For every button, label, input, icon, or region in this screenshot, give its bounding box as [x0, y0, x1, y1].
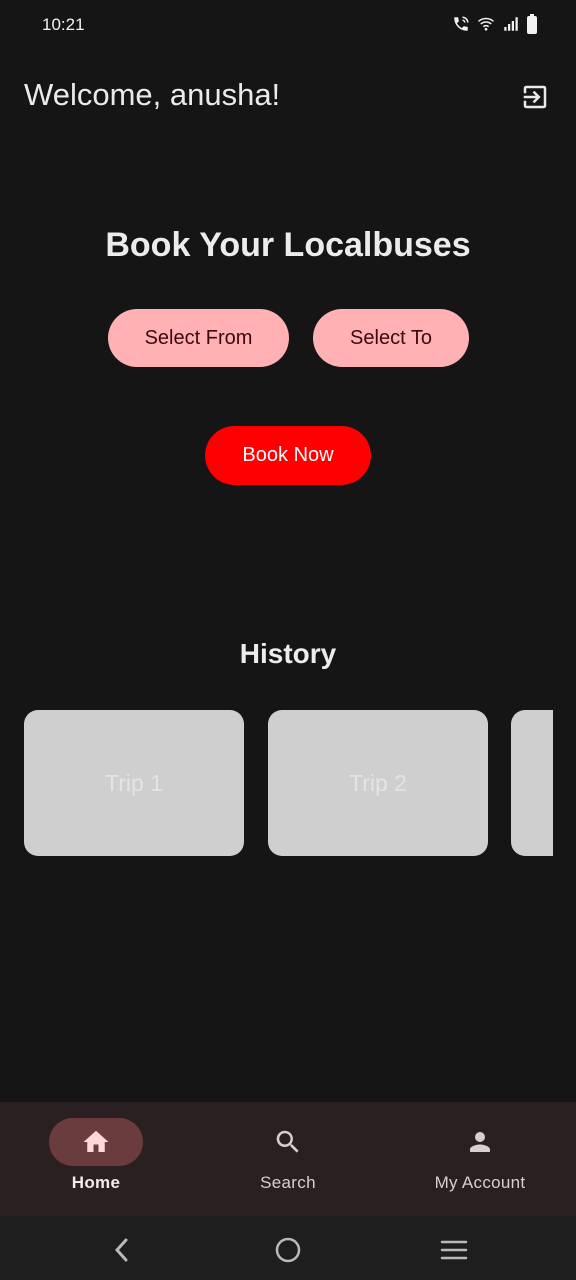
bottom-nav: Home Search My Account	[0, 1102, 576, 1216]
logout-button[interactable]	[518, 80, 552, 114]
system-nav-bar	[0, 1216, 576, 1280]
recents-icon	[440, 1240, 468, 1260]
booking-title: Book Your Localbuses	[105, 226, 471, 264]
back-icon	[114, 1238, 128, 1262]
welcome-title: Welcome, anusha!	[24, 77, 281, 112]
recents-button[interactable]	[436, 1232, 472, 1268]
nav-label-search: Search	[260, 1173, 316, 1192]
trip-card[interactable]: Trip 1	[24, 710, 244, 856]
wifi-icon	[478, 17, 494, 31]
account-icon	[470, 1132, 490, 1152]
status-time: 10:21	[42, 15, 85, 34]
book-now-button[interactable]: Book Now	[205, 426, 371, 485]
search-icon	[276, 1130, 299, 1153]
wifi-call-icon	[454, 16, 469, 31]
select-to-button[interactable]: Select To	[313, 309, 469, 367]
nav-icon-container	[433, 1118, 527, 1166]
history-title: History	[239, 638, 337, 669]
trip-card[interactable]: Trip 2	[268, 710, 488, 856]
nav-item-search[interactable]: Search	[192, 1102, 384, 1216]
nav-label-home: Home	[71, 1173, 121, 1192]
home-system-button[interactable]	[270, 1232, 306, 1268]
trip-card[interactable]	[511, 710, 553, 856]
status-icons	[452, 14, 538, 34]
select-from-button[interactable]: Select From	[108, 309, 289, 367]
nav-active-indicator	[49, 1118, 143, 1166]
nav-item-account[interactable]: My Account	[384, 1102, 576, 1216]
status-bar: 10:21	[0, 0, 576, 52]
back-button[interactable]	[104, 1232, 140, 1268]
nav-item-home[interactable]: Home	[0, 1102, 192, 1216]
battery-icon	[527, 14, 537, 34]
home-icon	[83, 1130, 109, 1152]
home-circle-icon	[275, 1237, 301, 1263]
logout-icon	[523, 85, 547, 109]
nav-label-account: My Account	[434, 1173, 526, 1192]
signal-icon	[504, 17, 518, 31]
nav-icon-container	[241, 1118, 335, 1166]
